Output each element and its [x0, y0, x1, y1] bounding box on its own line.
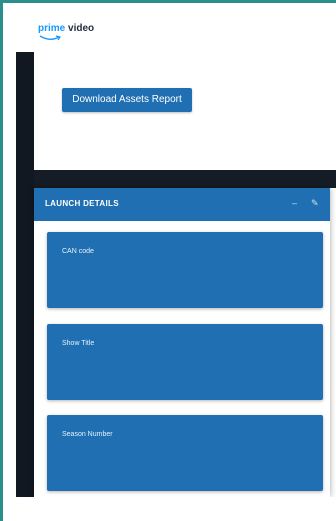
pencil-icon[interactable]: ✎ — [311, 197, 319, 209]
launch-details-header: LAUNCH DETAILS – ✎ — [34, 188, 330, 221]
launch-details-title: LAUNCH DETAILS — [45, 199, 119, 208]
field-label: CAN code — [62, 248, 94, 255]
panel-divider — [34, 170, 336, 188]
logo-prime-text: prime — [38, 23, 66, 34]
field-label: Show Title — [62, 340, 95, 347]
smile-arrow-icon — [39, 35, 61, 41]
field-can-code[interactable]: CAN code — [47, 232, 323, 308]
top-bar: prime video — [16, 16, 336, 53]
bottom-strip — [16, 497, 336, 521]
field-label: Season Number — [62, 431, 113, 438]
minus-icon[interactable]: – — [292, 197, 297, 209]
launch-details-card: LAUNCH DETAILS – ✎ CAN code Show Title S… — [34, 188, 330, 497]
prime-video-logo[interactable]: prime video — [38, 23, 95, 41]
field-season-number[interactable]: Season Number — [47, 415, 323, 491]
download-assets-report-button[interactable]: Download Assets Report — [62, 88, 192, 112]
left-dark-strip — [16, 52, 34, 497]
logo-video-text: video — [68, 23, 95, 34]
field-show-title[interactable]: Show Title — [47, 324, 323, 400]
report-panel: Download Assets Report — [34, 52, 336, 170]
